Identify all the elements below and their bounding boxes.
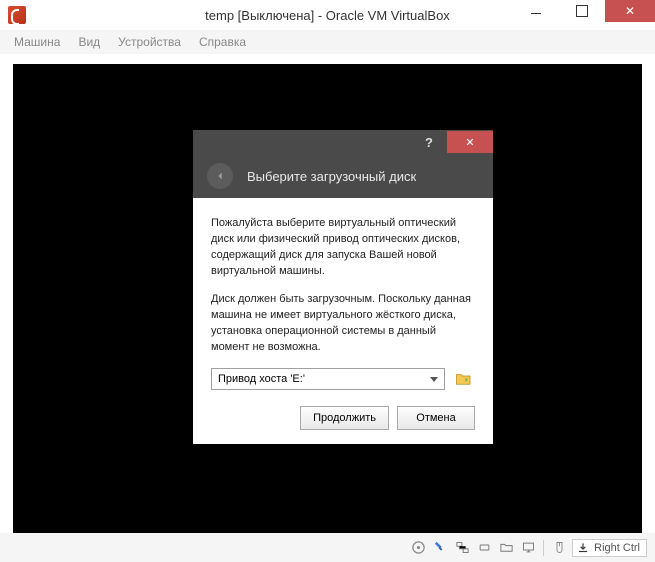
dialog-header: Выберите загрузочный диск	[193, 154, 493, 198]
network-icon[interactable]	[453, 539, 471, 557]
statusbar: Right Ctrl	[0, 533, 655, 562]
browse-disk-button[interactable]	[453, 369, 475, 389]
optical-drive-icon[interactable]	[409, 539, 427, 557]
menubar: Машина Вид Устройства Справка	[0, 30, 655, 54]
dialog-help-button[interactable]: ?	[411, 131, 447, 153]
window-controls	[513, 0, 655, 30]
drive-select[interactable]: Привод хоста 'E:'	[211, 368, 445, 390]
window-close-button[interactable]	[605, 0, 655, 22]
menu-help[interactable]: Справка	[191, 32, 254, 52]
back-arrow-icon	[213, 169, 227, 183]
mouse-integration-icon[interactable]	[550, 539, 568, 557]
hard-disk-icon[interactable]	[431, 539, 449, 557]
folder-open-icon	[455, 371, 473, 387]
app-icon	[8, 6, 26, 24]
dialog-title: Выберите загрузочный диск	[247, 169, 416, 184]
minimize-button[interactable]	[513, 0, 559, 22]
display-icon[interactable]	[519, 539, 537, 557]
vm-screen: ? Выберите загрузочный диск Пожалуйста в…	[13, 64, 642, 533]
menu-devices[interactable]: Устройства	[110, 32, 189, 52]
drive-select-value: Привод хоста 'E:'	[218, 373, 305, 385]
dialog-close-button[interactable]	[447, 131, 493, 153]
host-key-indicator[interactable]: Right Ctrl	[572, 539, 647, 557]
back-button[interactable]	[207, 163, 233, 189]
dialog-paragraph-2: Диск должен быть загрузочным. Поскольку …	[211, 292, 475, 356]
drive-selection-row: Привод хоста 'E:'	[211, 368, 475, 390]
menu-view[interactable]: Вид	[70, 32, 108, 52]
vm-display-area: ? Выберите загрузочный диск Пожалуйста в…	[0, 54, 655, 533]
shared-folders-icon[interactable]	[497, 539, 515, 557]
statusbar-separator	[543, 540, 544, 556]
cancel-button[interactable]: Отмена	[397, 406, 475, 430]
dialog-button-row: Продолжить Отмена	[211, 406, 475, 430]
usb-icon[interactable]	[475, 539, 493, 557]
host-key-label: Right Ctrl	[594, 542, 640, 554]
dialog-titlebar: ?	[193, 130, 493, 154]
continue-button[interactable]: Продолжить	[300, 406, 389, 430]
host-key-arrow-icon	[576, 541, 590, 555]
boot-disk-dialog: ? Выберите загрузочный диск Пожалуйста в…	[193, 130, 493, 444]
menu-machine[interactable]: Машина	[6, 32, 68, 52]
maximize-button[interactable]	[559, 0, 605, 22]
window-titlebar: temp [Выключена] - Oracle VM VirtualBox	[0, 0, 655, 30]
dialog-body: Пожалуйста выберите виртуальный оптическ…	[193, 198, 493, 444]
dialog-paragraph-1: Пожалуйста выберите виртуальный оптическ…	[211, 216, 475, 280]
